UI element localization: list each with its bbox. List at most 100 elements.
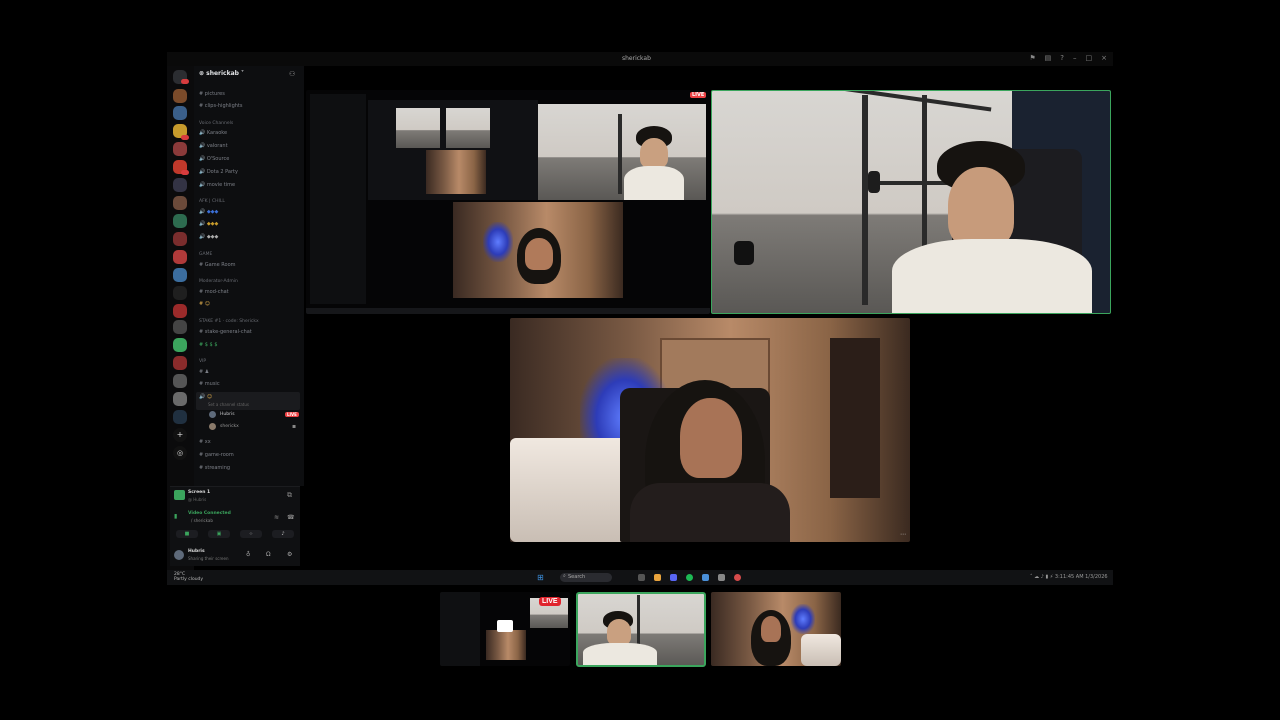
person-shirt (630, 483, 790, 542)
channel-item[interactable]: # ♟ (199, 369, 209, 375)
app-icon[interactable] (718, 574, 725, 581)
channel-item[interactable]: # clips-highlights (199, 103, 242, 109)
voice-user-name[interactable]: sherickx (220, 424, 239, 429)
person-shirt (892, 239, 1092, 313)
date: 1/3/2026 (1085, 574, 1108, 580)
channel-label: valorant (206, 143, 228, 149)
discover-icon[interactable]: ◎ (173, 446, 187, 460)
person-shirt (624, 166, 684, 200)
voice-channel-item[interactable]: 🔊 Dota 2 Party (199, 169, 238, 175)
category-game[interactable]: GAME (199, 252, 212, 257)
start-icon[interactable]: ⊞ (537, 573, 544, 582)
server-icon[interactable] (173, 356, 187, 370)
task-view-icon[interactable] (638, 574, 645, 581)
camera-button[interactable]: ■ (176, 530, 198, 538)
server-icon[interactable] (173, 304, 187, 318)
voice-channel-item[interactable]: 🔊 movie time (199, 182, 235, 188)
voice-channel-item[interactable]: 🔊 valorant (199, 143, 228, 149)
settings-gear-icon[interactable]: ⚙ (287, 551, 292, 558)
flag-icon[interactable]: ⚑ (1029, 54, 1035, 62)
screen-title: Screen 1 (188, 490, 211, 495)
server-icon[interactable] (173, 268, 187, 282)
user-name[interactable]: Hubris (188, 549, 205, 554)
channel-label: pictures (204, 91, 225, 97)
voice-channel-item[interactable]: 🔊 ◆◆◆ (199, 221, 218, 227)
channel-item[interactable]: # stake-general-chat (199, 329, 252, 335)
category-voice[interactable]: Voice Channels (199, 121, 233, 126)
window-titlebar: sherickab ⚑ ▤ ? – □ × (167, 52, 1113, 66)
close-icon[interactable]: × (1101, 54, 1107, 62)
stream-tile-webcam-male[interactable] (711, 90, 1111, 314)
more-options-icon[interactable]: ⋯ (900, 531, 906, 538)
voice-channel-item[interactable]: 🔊 ◆◆◆ (199, 209, 218, 215)
category-afk[interactable]: AFK | CHILL (199, 199, 225, 204)
voice-channel-item[interactable]: 🔊 ◆◆◆ (199, 234, 218, 240)
connection-status[interactable]: Video Connected (188, 511, 231, 516)
system-tray[interactable]: ˄ ☁ ♪ ▮ ⚡ 3:11:45 AM 1/3/2026 (1030, 574, 1108, 580)
taskbar-search[interactable]: Search (560, 573, 612, 582)
server-icon[interactable] (173, 196, 187, 210)
category-vip[interactable]: VIP (199, 359, 206, 364)
popout-icon[interactable]: ⧉ (287, 491, 292, 500)
channel-item[interactable]: # Game Room (199, 262, 236, 268)
voice-user-name[interactable]: Hubris (220, 412, 235, 417)
server-icon[interactable] (173, 250, 187, 264)
app-icon[interactable] (702, 574, 709, 581)
maximize-icon[interactable]: □ (1086, 54, 1093, 62)
server-icon[interactable] (173, 410, 187, 424)
voice-channel-item[interactable]: 🔊 ☺ (199, 394, 212, 400)
server-icon[interactable] (173, 374, 187, 388)
category-mod[interactable]: Moderator-Admin (199, 279, 238, 284)
disconnect-icon[interactable]: ☎ (287, 514, 294, 521)
spotify-icon[interactable] (686, 574, 693, 581)
help-icon[interactable]: ? (1060, 54, 1064, 62)
server-icon[interactable] (173, 142, 187, 156)
weather-widget[interactable]: 28°C Partly cloudy (174, 572, 203, 582)
server-icon[interactable] (173, 214, 187, 228)
screen-share-icon (497, 620, 513, 632)
obs-icon[interactable] (734, 574, 741, 581)
guild-name[interactable]: ⊛ sherickab ˅ (199, 70, 244, 77)
server-icon[interactable] (173, 106, 187, 120)
voice-channel-item[interactable]: 🔊 Karaoke (199, 130, 227, 136)
server-icon[interactable] (173, 320, 187, 334)
minimize-icon[interactable]: – (1073, 54, 1077, 62)
file-explorer-icon[interactable] (654, 574, 661, 581)
channel-status[interactable]: Set a channel status (208, 402, 249, 407)
soundboard-button[interactable]: ♪ (272, 530, 294, 538)
activities-button[interactable]: ⁘ (240, 530, 262, 538)
discord-app-icon[interactable] (670, 574, 677, 581)
server-icon[interactable] (173, 232, 187, 246)
server-icon[interactable] (173, 392, 187, 406)
live-badge: LIVE (539, 597, 561, 606)
add-server-icon[interactable]: + (173, 428, 187, 442)
server-icon[interactable] (173, 89, 187, 103)
headphones-icon[interactable]: Ω (266, 551, 271, 558)
channel-item[interactable]: # mod-chat (199, 289, 229, 295)
channel-item[interactable]: # ☺ (199, 301, 210, 307)
channel-item[interactable]: # $ $ $ (199, 342, 218, 348)
mic-icon[interactable]: ♁ (246, 551, 250, 558)
channel-item[interactable]: # streaming (199, 465, 230, 471)
voice-channel-item[interactable]: 🔊 O'Source (199, 156, 229, 162)
noise-suppression-icon[interactable]: ≋ (274, 514, 279, 521)
channel-item[interactable]: # pictures (199, 91, 225, 97)
server-icon[interactable] (173, 338, 187, 352)
avatar[interactable] (174, 550, 184, 560)
thumbnail-webcam-female[interactable] (711, 592, 841, 666)
active-thumbnail-outline (576, 592, 706, 667)
person-face (680, 398, 742, 478)
channel-item[interactable]: # music (199, 381, 220, 387)
weather-desc: Partly cloudy (174, 577, 204, 582)
channel-item[interactable]: # game-room (199, 452, 234, 458)
invite-icon[interactable]: ⚇ (289, 70, 295, 78)
share-screen-button[interactable]: ▣ (208, 530, 230, 538)
weight-rack (618, 114, 622, 194)
stream-tile-screen-share[interactable]: LIVE (306, 90, 710, 314)
stream-tile-webcam-female[interactable]: ⋯ (510, 318, 910, 542)
category-stake[interactable]: STAKE #1 · code: Sherickx (199, 319, 259, 324)
channel-item[interactable]: # xx (199, 439, 211, 445)
server-icon[interactable] (173, 178, 187, 192)
inbox-icon[interactable]: ▤ (1045, 54, 1052, 62)
server-icon[interactable] (173, 286, 187, 300)
